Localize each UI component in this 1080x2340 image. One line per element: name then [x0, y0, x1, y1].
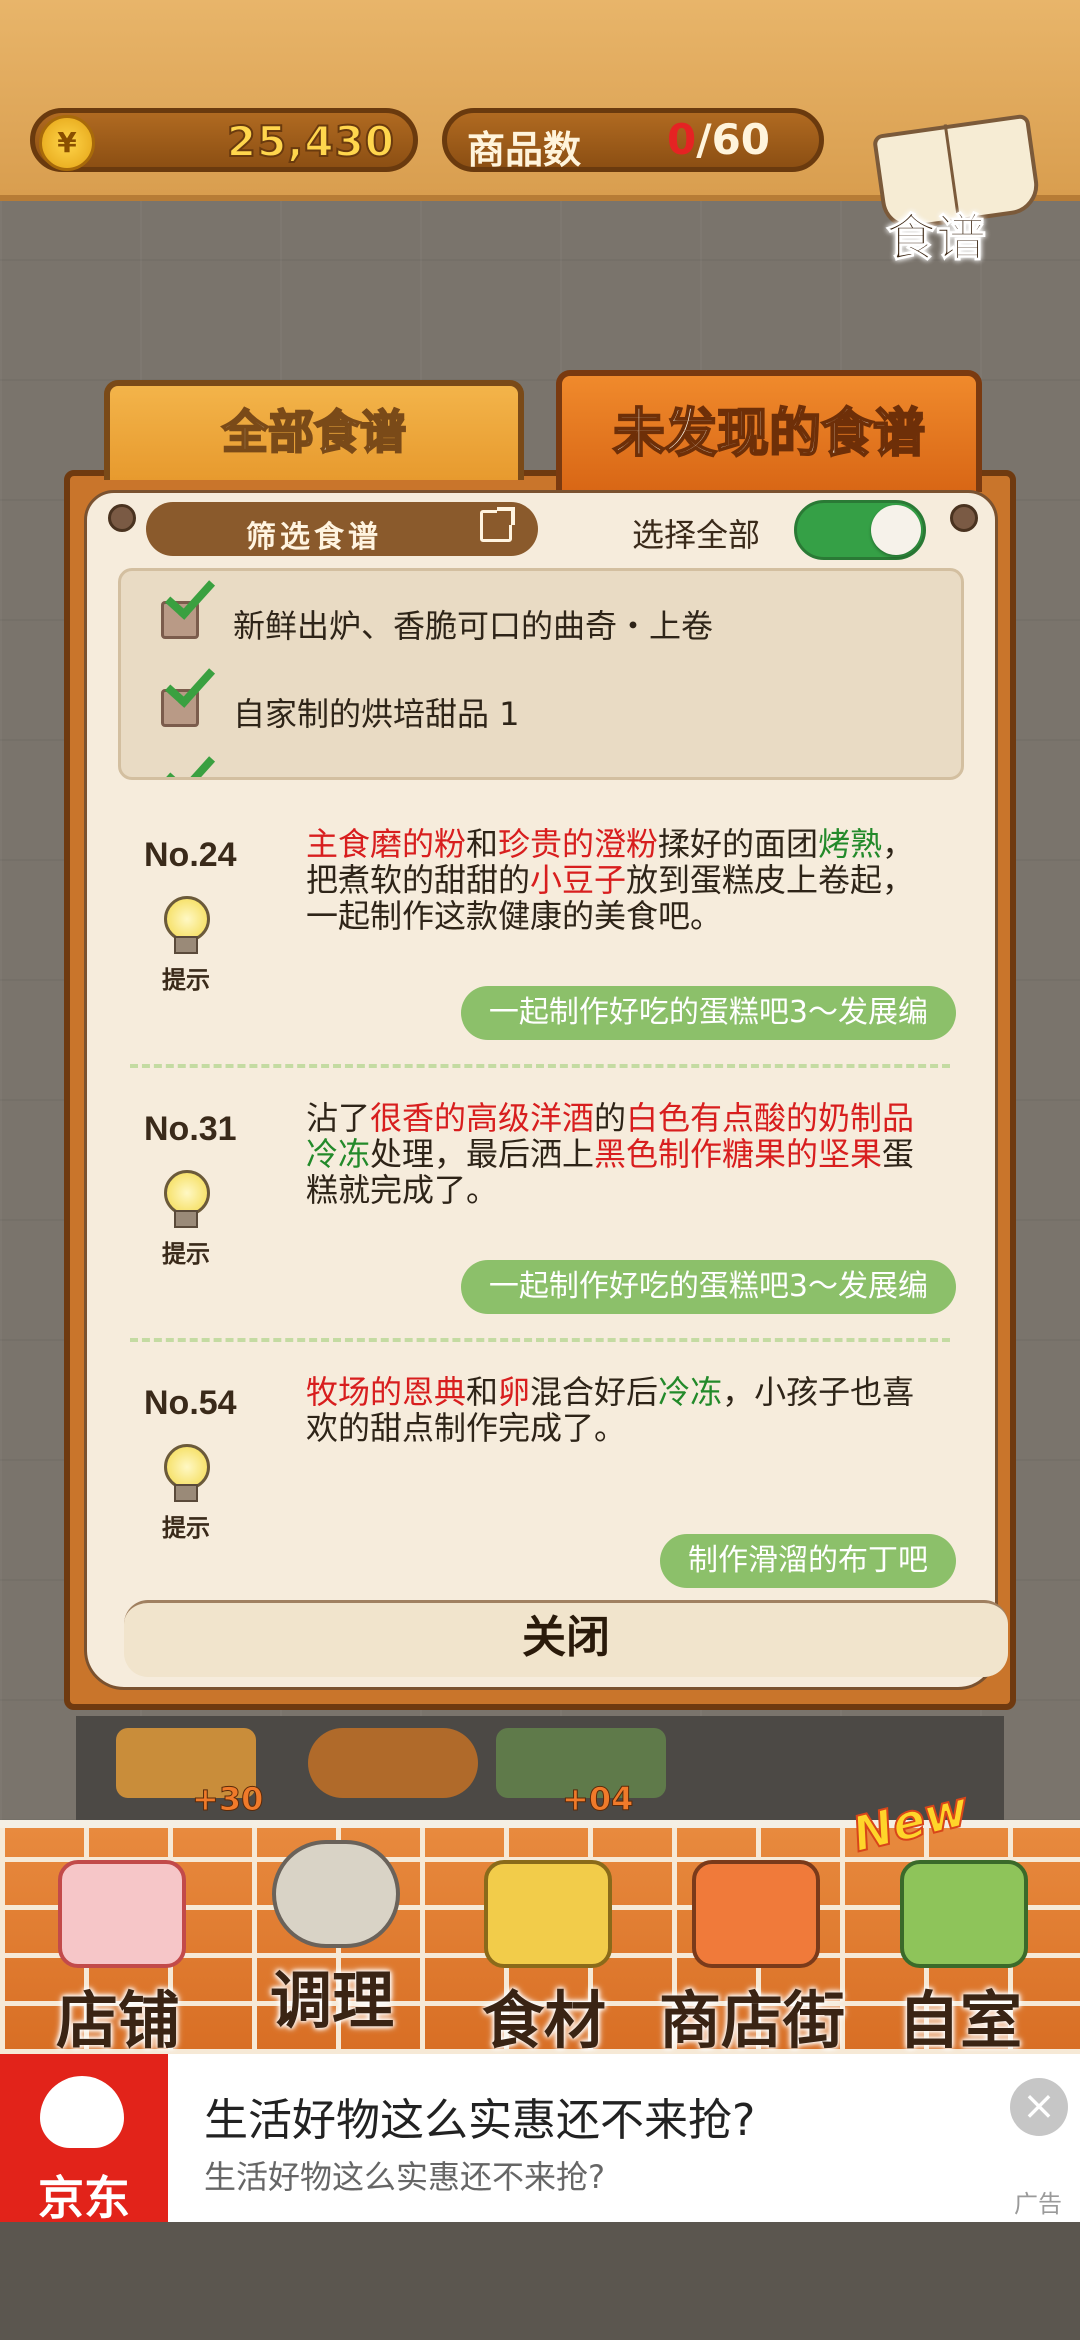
filter-recipes-button[interactable]: 筛选食谱 — [146, 502, 538, 556]
hint-bulb-icon[interactable] — [158, 1170, 210, 1240]
keyword-red: 黑色制作糖果的坚果 — [594, 1135, 883, 1173]
description-text: 混合好后 — [530, 1373, 659, 1411]
item-plus-count: +04 — [561, 1780, 634, 1819]
filter-item-label: 新鲜出炉、香脆可口的曲奇・上卷 — [233, 607, 714, 645]
nav-cooking[interactable]: 调理 — [232, 1830, 432, 2037]
recipe-source-pill[interactable]: 一起制作好吃的蛋糕吧3～发展编 — [460, 1260, 956, 1314]
item-count-label: 商品数 — [467, 128, 582, 172]
dog-mascot-icon — [40, 2076, 124, 2148]
coin-counter: ¥ 25,430 — [30, 108, 418, 172]
divider — [130, 1064, 950, 1068]
coin-icon: ¥ — [39, 115, 95, 171]
bulb-base — [174, 1210, 198, 1228]
item-count-separator: / — [696, 115, 712, 164]
filter-item[interactable] — [161, 744, 941, 780]
nav-label: 调理 — [269, 1964, 394, 2037]
divider — [130, 1338, 950, 1342]
tab-all-recipes[interactable]: 全部食谱 — [104, 380, 524, 480]
filter-recipes-label: 筛选食谱 — [246, 520, 382, 555]
toggle-knob — [871, 505, 921, 555]
filter-item[interactable]: 新鲜出炉、香脆可口的曲奇・上卷 — [161, 571, 941, 647]
keyword-red: 卵 — [498, 1373, 531, 1411]
item-count: 0/60 — [667, 115, 770, 164]
nav-shopping-street[interactable]: 商店街 — [652, 1850, 852, 2057]
recipe-entry[interactable]: No.31 提示 沾了很香的高级洋酒的白色有点酸的奶制品冷冻处理，最后洒上黑色制… — [118, 1074, 964, 1344]
checkmark-icon — [164, 744, 216, 777]
description-text: 沾了 — [306, 1099, 371, 1137]
bottom-nav: 店铺 调理 食材 商店街 自室 — [0, 1820, 1080, 2057]
cake-icon — [58, 1860, 186, 1968]
recipe-source-pill[interactable]: 制作滑溜的布丁吧 — [660, 1534, 956, 1588]
mixing-bowl-icon — [272, 1840, 400, 1948]
recipe-description: 主食磨的粉和珍贵的澄粉揉好的面团烤熟，把煮软的甜甜的小豆子放到蛋糕皮上卷起，一起… — [306, 826, 946, 934]
recipe-entry[interactable]: No.54 提示 牧场的恩典和卵混合好后冷冻，小孩子也喜欢的甜点制作完成了。 制… — [118, 1348, 964, 1618]
description-text: 的 — [594, 1099, 627, 1137]
ad-brand: 京东 — [38, 2171, 130, 2225]
keyword-green: 烤熟 — [818, 825, 883, 863]
filter-item-label: 自家制的烘培甜品 1 — [233, 695, 520, 733]
item-plus-count: +30 — [191, 1780, 264, 1819]
keyword-red: 主食磨的粉 — [306, 825, 467, 863]
hint-label: 提示 — [162, 1240, 210, 1268]
ad-banner[interactable]: 京东 生活好物这么实惠还不来抢? 生活好物这么实惠还不来抢? × 广告 — [0, 2054, 1080, 2225]
item-count-max: 60 — [711, 115, 771, 164]
keyword-green: 冷冻 — [658, 1373, 723, 1411]
ad-tag: 广告 — [1014, 2190, 1062, 2218]
nav-label: 食材 — [481, 1984, 606, 2057]
item-count-current: 0 — [667, 115, 697, 164]
keyword-red: 小豆子 — [530, 861, 627, 899]
recipe-description: 牧场的恩典和卵混合好后冷冻，小孩子也喜欢的甜点制作完成了。 — [306, 1374, 946, 1446]
recipe-source-pill[interactable]: 一起制作好吃的蛋糕吧3～发展编 — [460, 986, 956, 1040]
bulb-base — [174, 936, 198, 954]
nav-shop[interactable]: 店铺 — [18, 1850, 218, 2057]
hint-bulb-icon[interactable] — [158, 1444, 210, 1514]
select-all-toggle[interactable] — [794, 500, 926, 560]
filter-item[interactable]: 自家制的烘培甜品 1 — [161, 656, 941, 735]
item-counter: 商品数 0/60 — [442, 108, 824, 172]
hint-label: 提示 — [162, 1514, 210, 1542]
staff-door-icon — [900, 1860, 1028, 1968]
keyword-red: 珍贵的澄粉 — [498, 825, 659, 863]
nav-ingredients[interactable]: 食材 — [444, 1850, 644, 2057]
nav-label: 店铺 — [55, 1984, 180, 2057]
recipe-number: No.54 — [144, 1384, 237, 1422]
recipe-number: No.31 — [144, 1110, 237, 1148]
recipe-book-button[interactable]: 食谱 — [868, 106, 1048, 268]
recipe-book-label: 食谱 — [886, 209, 987, 268]
external-link-icon — [480, 507, 515, 542]
ad-subtitle: 生活好物这么实惠还不来抢? — [204, 2158, 605, 2196]
pin-icon — [950, 504, 978, 532]
select-all-label: 选择全部 — [632, 516, 761, 554]
recipe-number: No.24 — [144, 836, 237, 874]
keyword-red: 牧场的恩典 — [306, 1373, 467, 1411]
nav-my-room[interactable]: 自室 — [860, 1850, 1060, 2057]
tab-undiscovered-recipes[interactable]: 未发现的食谱 — [556, 370, 982, 492]
hint-bulb-icon[interactable] — [158, 896, 210, 966]
ad-title: 生活好物这么实惠还不来抢? — [204, 2095, 756, 2146]
keyword-red: 很香的高级洋酒 — [370, 1099, 595, 1137]
jd-logo: 京东 — [0, 2054, 168, 2225]
floor-background — [0, 2220, 1080, 2340]
keyword-green: 冷冻 — [306, 1135, 371, 1173]
description-text: 处理，最后洒上 — [370, 1135, 595, 1173]
ad-close-button[interactable]: × — [1010, 2078, 1068, 2136]
recipe-description: 沾了很香的高级洋酒的白色有点酸的奶制品冷冻处理，最后洒上黑色制作糖果的坚果蛋糕就… — [306, 1100, 946, 1208]
checkbox[interactable] — [161, 777, 199, 780]
pin-icon — [108, 504, 136, 532]
recipe-entry[interactable]: No.24 提示 主食磨的粉和珍贵的澄粉揉好的面团烤熟，把煮软的甜甜的小豆子放到… — [118, 800, 964, 1070]
bulb-base — [174, 1484, 198, 1502]
tart-item[interactable] — [308, 1728, 478, 1798]
nav-label: 商店街 — [658, 1984, 845, 2057]
hint-label: 提示 — [162, 966, 210, 994]
flour-sack-icon — [484, 1860, 612, 1968]
description-text: 揉好的面团 — [658, 825, 819, 863]
shop-icon — [692, 1860, 820, 1968]
description-text: 和 — [466, 825, 499, 863]
close-button[interactable]: 关闭 — [124, 1600, 1008, 1677]
nav-label: 自室 — [897, 1984, 1022, 2057]
coin-value: 25,430 — [226, 116, 395, 167]
keyword-red: 白色有点酸的奶制品 — [626, 1099, 915, 1137]
recipe-filter-list[interactable]: 新鲜出炉、香脆可口的曲奇・上卷 自家制的烘培甜品 1 — [118, 568, 964, 780]
description-text: 和 — [466, 1373, 499, 1411]
